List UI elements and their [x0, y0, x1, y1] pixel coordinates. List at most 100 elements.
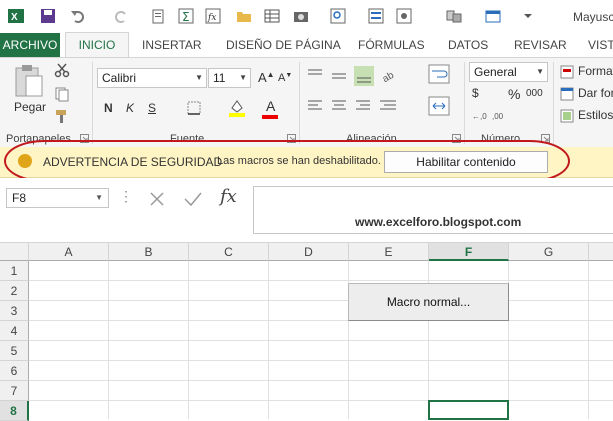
font-size-select[interactable]: 11 ▼ [208, 68, 251, 88]
ribbon-tabs: ARCHIVO INICIO INSERTAR DISEÑO DE PÁGINA… [0, 32, 613, 58]
tab-revisar[interactable]: REVISAR [514, 33, 567, 57]
tab-diseno-pagina[interactable]: DISEÑO DE PÁGINA [226, 33, 341, 57]
format-painter-icon[interactable] [54, 108, 70, 124]
font-size-value: 11 [213, 71, 226, 85]
orientation-icon[interactable]: ab [382, 66, 406, 84]
currency-symbol: $ [472, 86, 479, 100]
fill-color-icon[interactable] [228, 98, 246, 118]
paste-icon[interactable] [150, 8, 166, 24]
redo-icon[interactable] [113, 8, 129, 24]
window-title: Mayusc [573, 10, 613, 24]
column-header-e[interactable]: E [349, 243, 429, 261]
conditional-format-button[interactable]: Formato [578, 64, 613, 78]
merge-center-icon[interactable] [428, 96, 450, 116]
row-header-2[interactable]: 2 [0, 281, 29, 301]
print-icon[interactable] [485, 8, 501, 24]
font-color-button[interactable]: A [266, 98, 275, 114]
formula-input[interactable]: www.excelforo.blogspot.com [253, 186, 613, 234]
form-icon[interactable] [368, 8, 384, 24]
column-header-f[interactable]: F [429, 243, 509, 261]
wrap-text-icon[interactable] [428, 64, 450, 84]
row-header-5[interactable]: 5 [0, 341, 29, 361]
row-header-8[interactable]: 8 [0, 401, 29, 421]
number-format-select[interactable]: General ▼ [469, 62, 548, 82]
row-header-3[interactable]: 3 [0, 301, 29, 321]
table-format-icon [560, 87, 574, 101]
save-icon[interactable] [40, 8, 56, 24]
currency-format-button[interactable]: $ [472, 86, 479, 100]
open-folder-icon[interactable] [236, 8, 252, 24]
group-label-alignment: Alineación [346, 133, 397, 145]
paste-icon[interactable] [14, 64, 44, 98]
window-icon[interactable] [446, 8, 462, 24]
font-launcher-icon[interactable] [287, 134, 296, 143]
shrink-font-button[interactable]: A▼ [278, 72, 292, 84]
fx-icon[interactable]: fx [205, 8, 221, 24]
customize-toolbar-icon[interactable] [520, 8, 536, 24]
number-format-value: General [474, 65, 517, 79]
borders-icon[interactable] [187, 101, 201, 115]
macro-normal-button[interactable]: Macro normal... [348, 283, 509, 321]
column-header-d[interactable]: D [269, 243, 349, 261]
security-warning-bar: ADVERTENCIA DE SEGURIDAD Las macros se h… [0, 147, 613, 178]
row-header-4[interactable]: 4 [0, 321, 29, 341]
tab-vista[interactable]: VISTA [588, 33, 613, 57]
tab-inicio[interactable]: INICIO [65, 32, 129, 58]
column-header-c[interactable]: C [189, 243, 269, 261]
svg-text:ab: ab [382, 70, 396, 84]
tab-formulas[interactable]: FÓRMULAS [358, 33, 425, 57]
tab-insertar[interactable]: INSERTAR [142, 33, 202, 57]
group-separator [464, 62, 465, 144]
alignment-launcher-icon[interactable] [452, 134, 461, 143]
tab-archivo[interactable]: ARCHIVO [0, 33, 60, 57]
tab-datos[interactable]: DATOS [448, 33, 488, 57]
enter-check-icon[interactable] [183, 190, 203, 208]
undo-icon[interactable] [70, 8, 86, 24]
clipboard-launcher-icon[interactable] [80, 134, 89, 143]
format-as-table-button[interactable]: Dar for [578, 86, 613, 100]
thousands-separator-button[interactable]: 000 [526, 88, 543, 99]
italic-button[interactable]: K [126, 101, 134, 115]
column-header-partial[interactable] [589, 243, 613, 261]
gridline [29, 340, 613, 341]
sigma-icon[interactable]: Σ [178, 8, 194, 24]
name-box[interactable]: F8 ▼ [6, 188, 109, 208]
cut-icon[interactable] [54, 62, 70, 78]
font-name-select[interactable]: Calibri ▼ [97, 68, 207, 88]
paste-label[interactable]: Pegar [14, 100, 46, 114]
decimal-buttons-icon[interactable]: ←,0 ,00 [472, 108, 512, 122]
bold-button[interactable]: N [104, 101, 113, 115]
percent-format-button[interactable]: % [508, 86, 520, 102]
svg-text:X: X [11, 12, 18, 23]
chevron-down-icon: ▼ [239, 73, 247, 82]
horizontal-align-icons[interactable] [306, 98, 400, 116]
underline-button[interactable]: S [148, 101, 156, 115]
number-launcher-icon[interactable] [541, 134, 550, 143]
formula-bar: F8 ▼ ⋮ fx www.excelforo.blogspot.com [0, 178, 613, 243]
zoom-icon[interactable] [330, 8, 346, 24]
shapes-icon[interactable] [396, 8, 412, 24]
copy-icon[interactable] [54, 86, 70, 102]
selected-cell-f8[interactable] [428, 400, 509, 420]
select-all-corner[interactable] [0, 243, 29, 261]
column-header-g[interactable]: G [509, 243, 589, 261]
column-header-b[interactable]: B [109, 243, 189, 261]
cancel-icon[interactable] [148, 190, 166, 208]
grow-font-button[interactable]: A▲ [258, 70, 275, 85]
name-box-value: F8 [12, 191, 27, 205]
insert-function-button[interactable]: fx [220, 186, 237, 207]
row-header-1[interactable]: 1 [0, 261, 29, 281]
svg-text:,00: ,00 [492, 112, 504, 121]
worksheet-grid[interactable]: A B C D E F G 1 2 3 4 5 6 7 8 Macro norm… [0, 243, 613, 421]
gridline [29, 320, 613, 321]
table-icon[interactable] [264, 8, 280, 24]
row-header-7[interactable]: 7 [0, 381, 29, 401]
vertical-align-icons[interactable] [306, 66, 376, 86]
chevron-down-icon: ▼ [536, 67, 544, 76]
cell-styles-button[interactable]: Estilos [578, 108, 613, 122]
row-header-6[interactable]: 6 [0, 361, 29, 381]
column-header-a[interactable]: A [29, 243, 109, 261]
camera-icon[interactable] [293, 8, 309, 24]
enable-content-button[interactable]: Habilitar contenido [384, 151, 548, 173]
svg-text:fx: fx [207, 13, 216, 23]
